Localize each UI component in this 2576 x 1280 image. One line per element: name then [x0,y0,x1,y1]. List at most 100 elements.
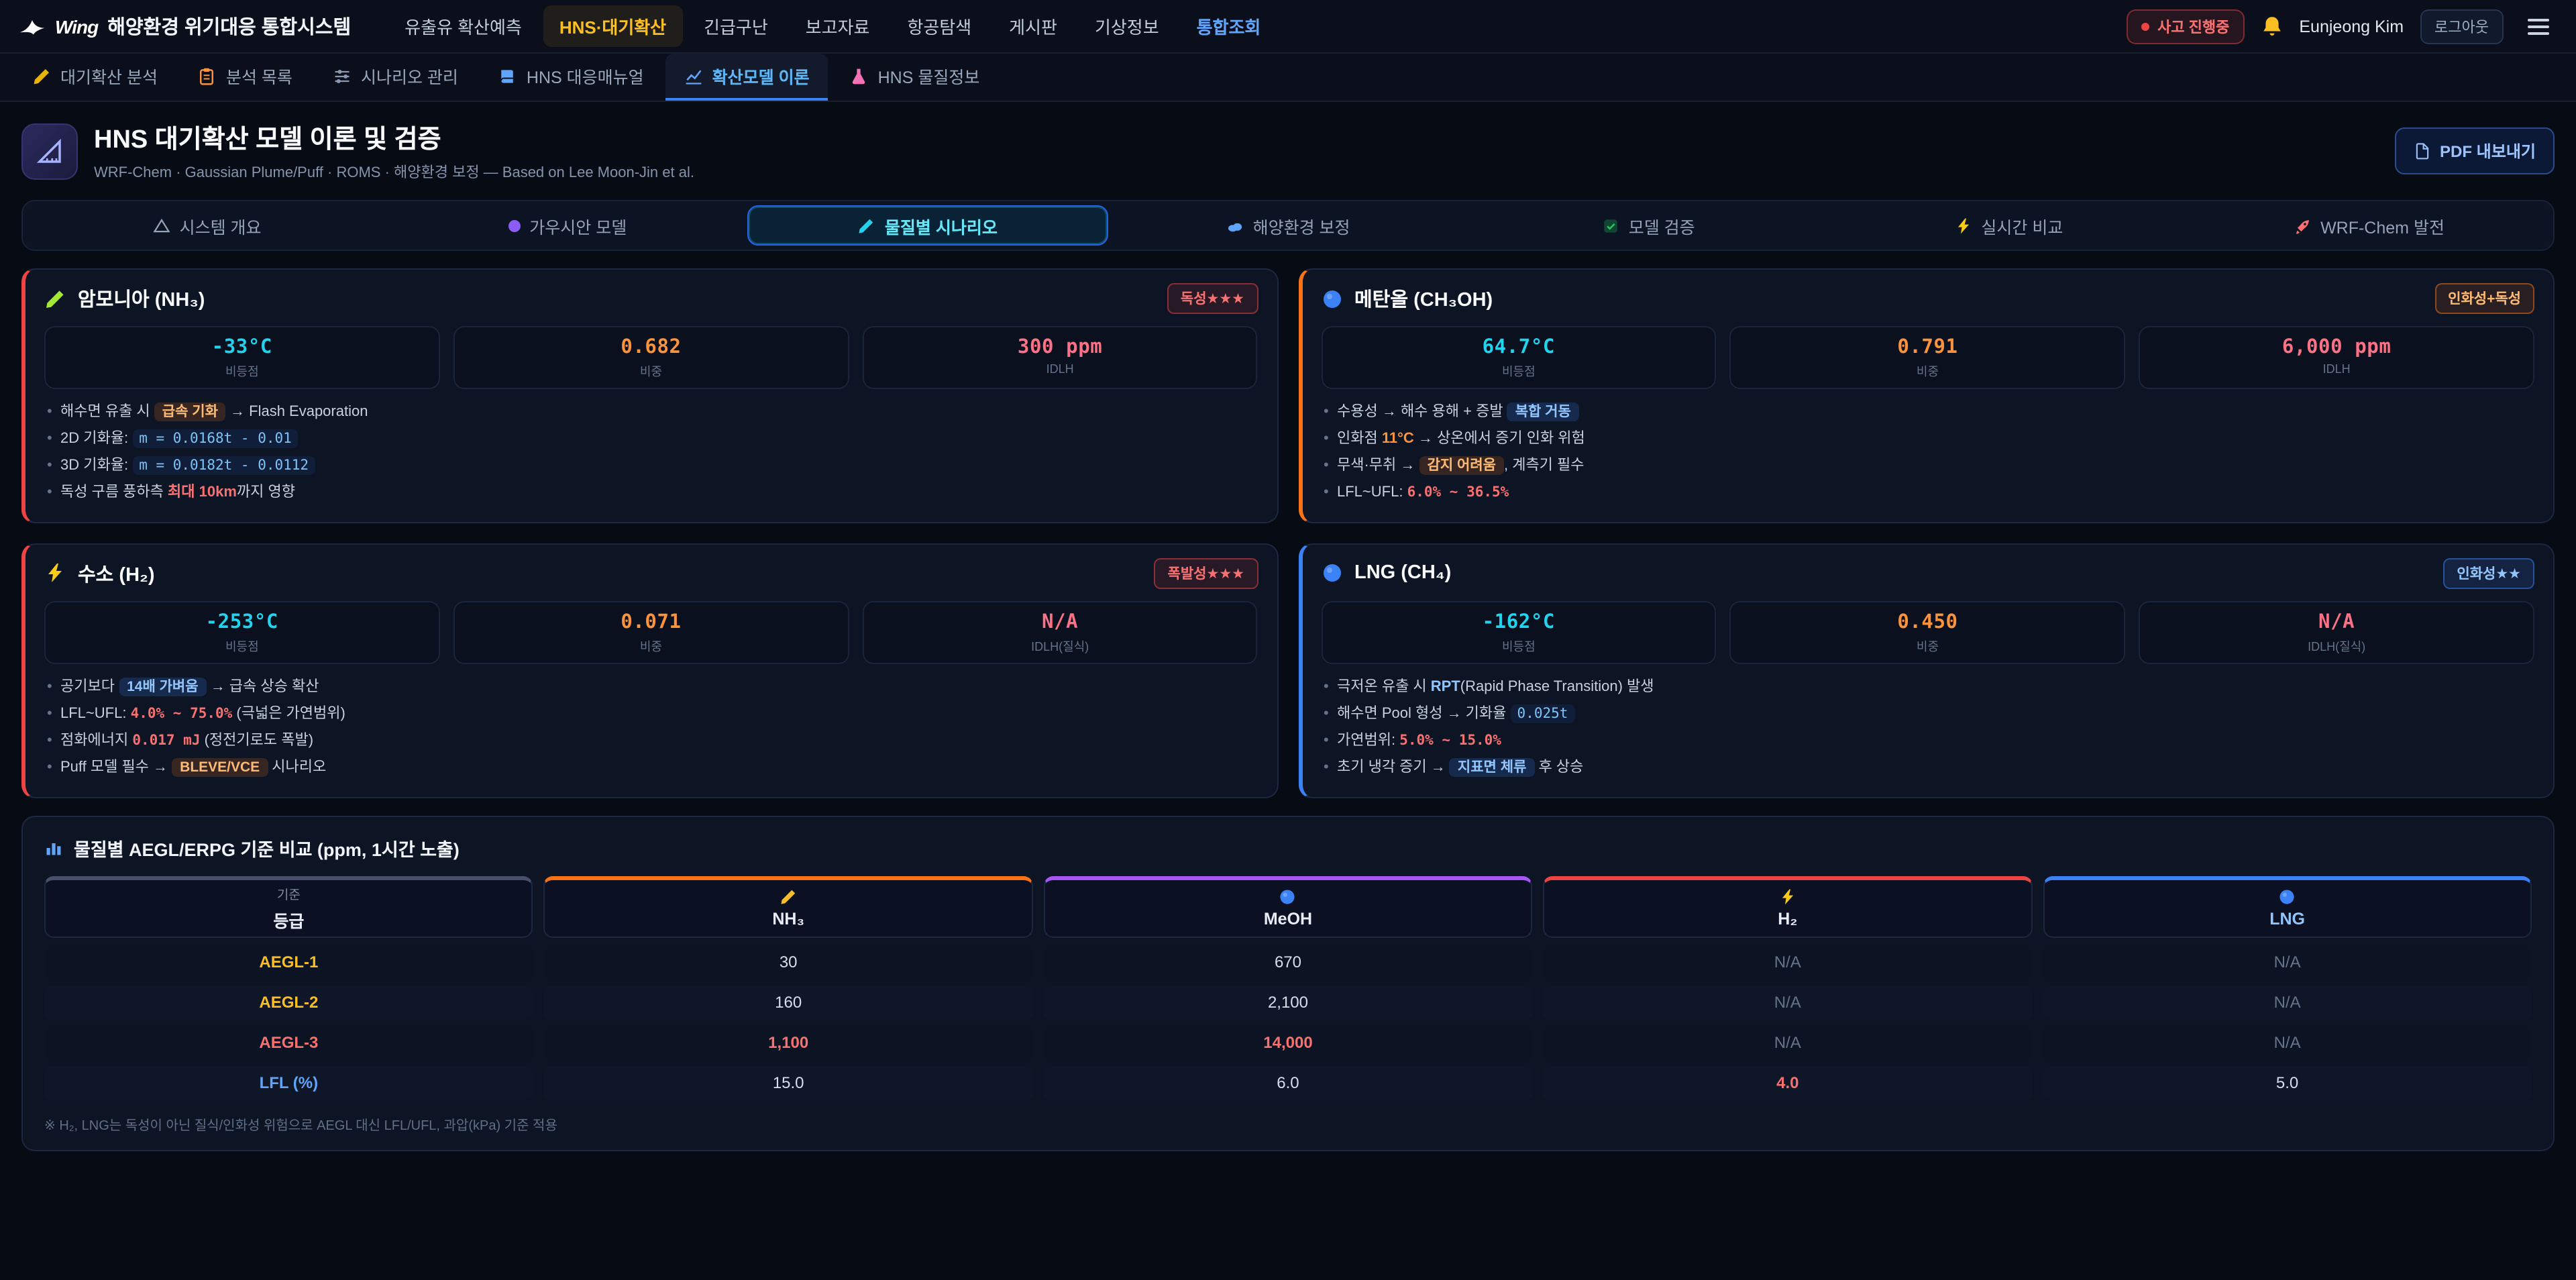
nav-item-aerial-search[interactable]: 항공탐색 [891,5,987,47]
incident-status-badge: 사고 진행중 [2127,9,2244,44]
lightning-icon [1779,888,1796,905]
card-bullets: 공기보다 14배 가벼움 → 급속 상승 확산 LFL~UFL: 4.0% ~ … [44,675,1258,782]
subtab-diffusion-model-theory[interactable]: 확산모델 이론 [665,54,828,101]
card-header: 암모니아 (NH₃) 독성★★★ [44,283,1258,314]
purple-dot-icon [508,219,520,231]
bar-chart-icon [44,838,63,857]
stat-specific-gravity: 0.071 비중 [453,601,849,664]
highlight-text: 11°C [1382,431,1414,447]
card-header: LNG (CH₄) 인화성★★ [1321,558,2534,589]
table-row-aegl3: AEGL-3 1,100 14,000 N/A N/A [44,1026,2532,1059]
nav-item-hns-atmospheric[interactable]: HNS·대기확산 [543,5,682,47]
tab-gaussian-model[interactable]: 가우시안 모델 [387,205,747,246]
card-bullets: 해수면 유출 시 급속 기화 → Flash Evaporation 2D 기화… [44,400,1258,507]
sliders-icon [333,66,352,85]
card-bullets: 수용성 → 해수 용해 + 증발 복합 거동 인화점 11°C → 상온에서 증… [1321,400,2534,507]
card-bullet: Puff 모델 필수 → BLEVE/VCE 시나리오 [44,755,1258,782]
substance-cards-grid: 암모니아 (NH₃) 독성★★★ -33°C 비등점 0.682 비중 300 … [21,268,2555,798]
card-bullet: 극저온 유출 시 RPT(Rapid Phase Transition) 발생 [1321,675,2534,702]
nav-item-board[interactable]: 게시판 [993,5,1073,47]
table-header-lng: LNG [2043,875,2532,937]
page-header: HNS 대기확산 모델 이론 및 검증 WRF-Chem · Gaussian … [0,102,2576,197]
card-header: 메탄올 (CH₃OH) 인화성+독성 [1321,283,2534,314]
substance-card-lng: LNG (CH₄) 인화성★★ -162°C 비등점 0.450 비중 N/A … [1298,543,2555,798]
card-bullet: 해수면 유출 시 급속 기화 → Flash Evaporation [44,400,1258,427]
stat-boiling-point: -253°C 비등점 [44,601,440,664]
card-title: 암모니아 (NH₃) [78,284,205,313]
table-footnote: ※ H₂, LNG는 독성이 아닌 질식/인화성 위험으로 AEGL 대신 LF… [44,1113,2532,1133]
book-icon [498,66,517,85]
nav-item-weather[interactable]: 기상정보 [1079,5,1175,47]
stat-idlh: N/A IDLH(질식) [862,601,1258,664]
bell-icon[interactable] [2260,15,2283,38]
highlight-text: 최대 10km [168,484,237,500]
card-bullet: 무색·무취 → 감지 어려움, 계측기 필수 [1321,454,2534,480]
stats-row: 64.7°C 비등점 0.791 비중 6,000 ppm IDLH [1321,326,2534,389]
app-logo[interactable]: Wing 해양환경 위기대응 통합시스템 [19,12,351,40]
sphere-icon [2279,888,2296,905]
range-value: 4.0% ~ 75.0% [131,705,233,721]
card-header: 수소 (H₂) 폭발성★★★ [44,558,1258,589]
logo-mark: Wing [55,15,98,37]
cloud-icon [1226,217,1244,234]
subtab-scenario-management[interactable]: 시나리오 관리 [314,54,477,101]
document-icon [2413,142,2430,160]
table-title: 물질별 AEGL/ERPG 기준 비교 (ppm, 1시간 노출) [44,834,2532,861]
subtab-hns-response-manual[interactable]: HNS 대응매뉴얼 [480,54,663,101]
subtab-bar: 대기확산 분석 분석 목록 시나리오 관리 HNS 대응매뉴얼 확산모델 이론 … [0,54,2576,102]
stat-specific-gravity: 0.682 비중 [453,326,849,389]
tab-model-validation[interactable]: 모델 검증 [1468,205,1829,246]
stat-specific-gravity: 0.791 비중 [1730,326,2126,389]
table-header-nh3: NH₃ [544,875,1033,937]
card-bullets: 극저온 유출 시 RPT(Rapid Phase Transition) 발생 … [1321,675,2534,782]
logout-button[interactable]: 로그아웃 [2420,9,2504,44]
user-name: Eunjeong Kim [2299,17,2404,36]
hazard-badge: 독성★★★ [1167,283,1258,314]
page-subtitle: WRF-Chem · Gaussian Plume/Puff · ROMS · … [94,161,694,182]
pencil-icon [780,888,797,905]
substance-card-ammonia: 암모니아 (NH₃) 독성★★★ -33°C 비등점 0.682 비중 300 … [21,268,1278,523]
tab-substance-scenarios[interactable]: 물질별 시나리오 [747,205,1108,246]
stat-idlh: 6,000 ppm IDLH [2139,326,2534,389]
card-bullet: 점화에너지 0.017 mJ (정전기로도 폭발) [44,728,1258,755]
incident-dot-icon [2141,22,2149,30]
subtab-analysis-list[interactable]: 분석 목록 [179,54,311,101]
table-body: AEGL-1 30 670 N/A N/A AEGL-2 160 2,100 N… [44,945,2532,1100]
stat-idlh: N/A IDLH(질식) [2139,601,2534,664]
table-row-lfl: LFL (%) 15.0 6.0 4.0 5.0 [44,1066,2532,1100]
table-header-h2: H₂ [1543,875,2032,937]
range-value: 0.017 mJ [132,732,200,748]
page-title: HNS 대기확산 모델 이론 및 검증 [94,119,694,156]
line-chart-icon [684,66,703,85]
nav-item-emergency-rescue[interactable]: 긴급구난 [688,5,784,47]
pdf-export-button[interactable]: PDF 내보내기 [2394,127,2555,174]
card-bullet: 3D 기화율: m = 0.0182t - 0.0112 [44,454,1258,480]
tab-realtime-comparison[interactable]: 실시간 비교 [1829,205,2189,246]
table-row-aegl2: AEGL-2 160 2,100 N/A N/A [44,985,2532,1019]
subtab-atmospheric-analysis[interactable]: 대기확산 분석 [13,54,176,101]
clipboard-icon [198,66,217,85]
tab-system-overview[interactable]: 시스템 개요 [27,205,387,246]
card-bullet: 독성 구름 풍하측 최대 10km까지 영향 [44,480,1258,507]
hamburger-icon[interactable] [2520,10,2557,42]
tab-wrf-chem-advancement[interactable]: WRF-Chem 발전 [2189,205,2549,246]
pencil-icon [44,288,66,309]
navbar-right: 사고 진행중 Eunjeong Kim 로그아웃 [2127,9,2557,44]
highlight-chip: 감지 어려움 [1419,456,1504,475]
card-title: 메탄올 (CH₃OH) [1354,284,1493,313]
nav-item-reports[interactable]: 보고자료 [790,5,886,47]
nav-item-oil-spill-forecast[interactable]: 유출유 확산예측 [388,5,538,47]
sphere-icon [1321,563,1342,584]
stats-row: -162°C 비등점 0.450 비중 N/A IDLH(질식) [1321,601,2534,664]
formula-code: 0.025t [1511,704,1575,723]
nav-item-integrated-search[interactable]: 통합조회 [1181,5,1277,47]
highlight-chip: BLEVE/VCE [172,757,268,776]
formula-code: m = 0.0182t - 0.0112 [132,456,315,475]
highlight-chip: 급속 기화 [154,403,226,421]
tab-marine-environment-correction[interactable]: 해양환경 보정 [1108,205,1468,246]
highlight-text: RPT [1431,679,1460,695]
subtab-hns-substance-info[interactable]: HNS 물질정보 [831,54,999,101]
card-bullet: 수용성 → 해수 용해 + 증발 복합 거동 [1321,400,2534,427]
table-header-criteria: 기준 등급 [44,875,533,937]
highlight-chip: 복합 거동 [1507,403,1579,421]
